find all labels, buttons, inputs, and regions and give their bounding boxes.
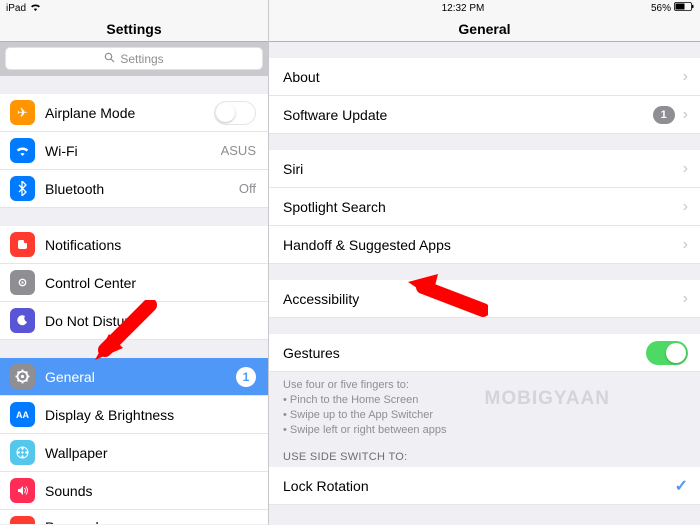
dnd-icon (10, 308, 35, 333)
search-placeholder: Settings (120, 52, 163, 66)
wallpaper-icon (10, 440, 35, 465)
passcode-icon (10, 516, 35, 524)
chevron-right-icon: › (683, 68, 688, 86)
detail-pane: 12:32 PM 56% General About › Software Up… (269, 0, 700, 525)
row-spotlight-search[interactable]: Spotlight Search › (269, 188, 700, 226)
general-badge: 1 (236, 367, 256, 387)
status-bar-right: 12:32 PM 56% (269, 0, 700, 16)
sidebar-item-bluetooth[interactable]: Bluetooth Off (0, 170, 268, 208)
sidebar-item-do-not-disturb[interactable]: Do Not Disturb (0, 302, 268, 340)
bluetooth-icon (10, 176, 35, 201)
row-gestures[interactable]: Gestures (269, 334, 700, 372)
row-handoff[interactable]: Handoff & Suggested Apps › (269, 226, 700, 264)
sidebar-item-airplane-mode[interactable]: ✈ Airplane Mode (0, 94, 268, 132)
sounds-icon (10, 478, 35, 503)
sidebar-item-wallpaper[interactable]: Wallpaper (0, 434, 268, 472)
row-software-update[interactable]: Software Update 1 › (269, 96, 700, 134)
gestures-toggle[interactable] (646, 341, 688, 365)
general-icon (10, 364, 35, 389)
search-container: Settings (0, 42, 268, 76)
chevron-right-icon: › (683, 160, 688, 178)
side-switch-header: USE SIDE SWITCH TO: (269, 441, 700, 467)
chevron-right-icon: › (683, 106, 688, 124)
search-icon (104, 52, 115, 66)
chevron-right-icon: › (683, 236, 688, 254)
wifi-status-icon (30, 3, 41, 14)
airplane-icon: ✈ (10, 100, 35, 125)
display-icon: AA (10, 402, 35, 427)
sidebar-item-passcode[interactable]: Passcode (0, 510, 268, 524)
status-bar-left: iPad (0, 0, 268, 16)
sidebar-item-notifications[interactable]: Notifications (0, 226, 268, 264)
device-label: iPad (6, 3, 26, 14)
settings-sidebar: iPad Settings Settings ✈ Airplane Mode (0, 0, 269, 525)
airplane-toggle[interactable] (214, 101, 256, 125)
status-time: 12:32 PM (442, 3, 485, 14)
control-center-icon (10, 270, 35, 295)
sidebar-item-sounds[interactable]: Sounds (0, 472, 268, 510)
row-lock-rotation[interactable]: Lock Rotation ✓ (269, 467, 700, 505)
row-siri[interactable]: Siri › (269, 150, 700, 188)
sidebar-item-control-center[interactable]: Control Center (0, 264, 268, 302)
battery-percent: 56% (651, 3, 671, 14)
wifi-value: ASUS (221, 143, 256, 158)
battery-icon (674, 2, 694, 14)
wifi-icon (10, 138, 35, 163)
sidebar-item-general[interactable]: General 1 (0, 358, 268, 396)
detail-title: General (269, 16, 700, 42)
search-input[interactable]: Settings (5, 47, 263, 70)
checkmark-icon: ✓ (675, 476, 688, 496)
svg-text:AA: AA (16, 410, 29, 420)
sidebar-item-display-brightness[interactable]: AA Display & Brightness (0, 396, 268, 434)
software-update-badge: 1 (653, 106, 675, 124)
sidebar-title: Settings (0, 16, 268, 42)
bluetooth-value: Off (239, 181, 256, 196)
row-accessibility[interactable]: Accessibility › (269, 280, 700, 318)
chevron-right-icon: › (683, 198, 688, 216)
notifications-icon (10, 232, 35, 257)
gestures-hint: Use four or five fingers to: • Pinch to … (269, 372, 700, 441)
chevron-right-icon: › (683, 290, 688, 308)
row-about[interactable]: About › (269, 58, 700, 96)
sidebar-item-wifi[interactable]: Wi-Fi ASUS (0, 132, 268, 170)
